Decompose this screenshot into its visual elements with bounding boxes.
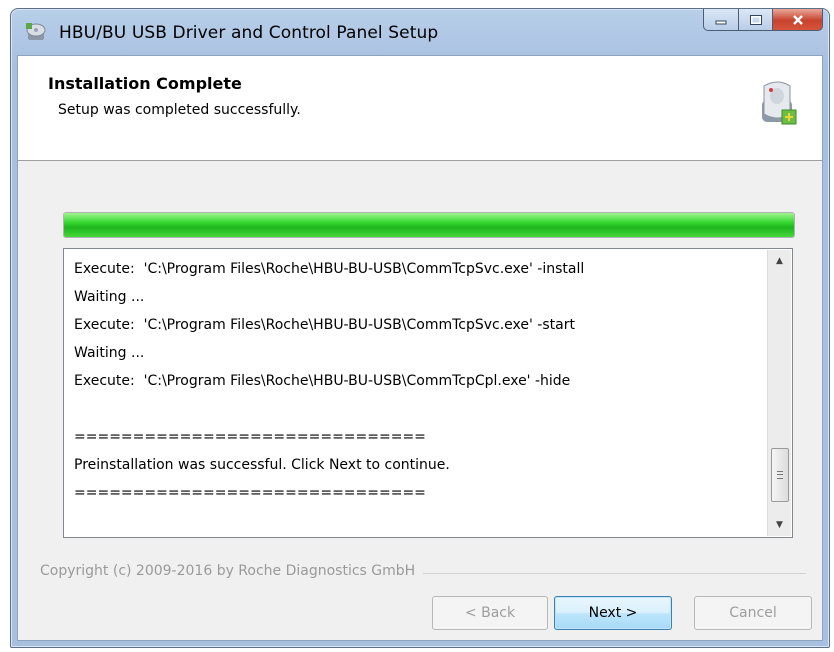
page-subtitle: Setup was completed successfully. [58, 102, 301, 118]
close-button[interactable] [773, 9, 823, 31]
copyright-text: Copyright (c) 2009-2016 by Roche Diagnos… [40, 563, 424, 579]
back-button[interactable]: < Back [432, 596, 548, 630]
progress-bar [63, 212, 795, 238]
title-bar[interactable]: HBU/BU USB Driver and Control Panel Setu… [11, 9, 829, 55]
copyright-row: Copyright (c) 2009-2016 by Roche Diagnos… [40, 563, 806, 583]
dialog-client-area: Installation Complete Setup was complete… [17, 55, 823, 641]
page-title: Installation Complete [48, 74, 242, 93]
progress-fill [64, 213, 794, 237]
disk-install-icon [762, 81, 797, 125]
log-text: Execute: 'C:\Program Files\Roche\HBU-BU-… [74, 255, 762, 507]
maximize-button[interactable] [739, 9, 773, 31]
log-line: Preinstallation was successful. Click Ne… [74, 457, 450, 473]
log-line: Execute: 'C:\Program Files\Roche\HBU-BU-… [74, 373, 571, 389]
scroll-thumb[interactable] [771, 448, 789, 502]
arrow-down-icon: ▼ [776, 520, 783, 530]
caption-buttons [703, 9, 823, 31]
log-line: Waiting ... [74, 345, 145, 361]
maximize-icon [749, 14, 762, 25]
log-line: Execute: 'C:\Program Files\Roche\HBU-BU-… [74, 261, 585, 277]
header-panel: Installation Complete Setup was complete… [18, 56, 822, 161]
log-line: ============================== [74, 429, 426, 445]
next-button[interactable]: Next > [554, 596, 672, 630]
log-scrollbar[interactable]: ▲ ▼ [767, 250, 791, 536]
install-log[interactable]: Execute: 'C:\Program Files\Roche\HBU-BU-… [63, 248, 793, 538]
log-line: Execute: 'C:\Program Files\Roche\HBU-BU-… [74, 317, 575, 333]
minimize-button[interactable] [703, 9, 739, 31]
scroll-up-button[interactable]: ▲ [768, 250, 791, 272]
scroll-down-button[interactable]: ▼ [768, 514, 791, 536]
log-line: ============================== [74, 485, 426, 501]
setup-window: HBU/BU USB Driver and Control Panel Setu… [10, 8, 830, 648]
log-line: Waiting ... [74, 289, 145, 305]
window-title: HBU/BU USB Driver and Control Panel Setu… [59, 23, 439, 43]
close-icon [792, 14, 803, 25]
arrow-up-icon: ▲ [776, 256, 783, 266]
grip-icon [777, 471, 783, 479]
cancel-button[interactable]: Cancel [694, 596, 812, 630]
minimize-icon [715, 20, 727, 24]
setup-cd-icon [26, 23, 46, 40]
